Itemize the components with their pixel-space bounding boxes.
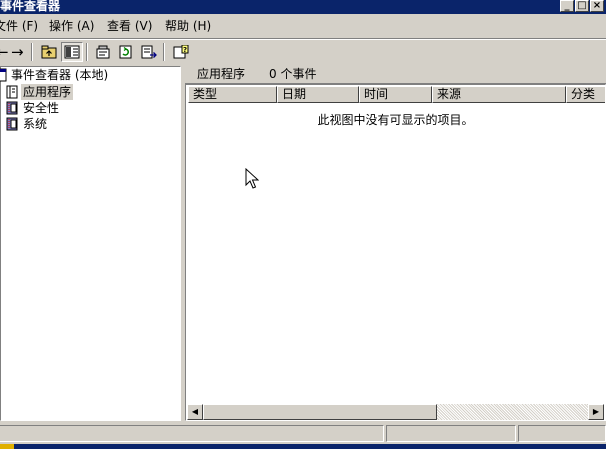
status-panel-main <box>0 425 384 442</box>
up-folder-icon[interactable] <box>38 42 60 62</box>
tree-item-security[interactable]: 安全性 <box>5 100 61 116</box>
toolbar-separator <box>31 43 33 61</box>
back-icon[interactable]: ← <box>0 43 9 61</box>
properties-icon[interactable] <box>92 42 114 62</box>
close-button[interactable]: × <box>590 0 604 12</box>
window-title: 事件查看器 <box>0 0 61 13</box>
tree-item-label: 安全性 <box>23 101 60 115</box>
scroll-thumb[interactable] <box>203 404 437 420</box>
log-book-icon <box>5 117 19 131</box>
details-pane-header: 应用程序 0 个事件 <box>185 66 606 84</box>
menu-help[interactable]: 帮助 (H) <box>165 19 211 33</box>
column-header-time[interactable]: 时间 <box>359 86 432 103</box>
horizontal-scrollbar[interactable]: ◀ ▶ <box>187 404 604 420</box>
export-list-icon[interactable] <box>138 42 160 62</box>
taskbar-edge <box>0 444 606 449</box>
tree-item-label: 系统 <box>23 117 48 131</box>
tree-root-label: 事件查看器 (本地) <box>11 68 109 82</box>
scroll-right-button[interactable]: ▶ <box>588 404 604 420</box>
column-header-type[interactable]: 类型 <box>188 86 277 103</box>
log-book-icon <box>5 101 19 115</box>
svg-text:?: ? <box>183 46 187 54</box>
title-bar: 事件查看器 _ □ × <box>0 0 606 14</box>
help-icon[interactable]: ? <box>170 42 192 62</box>
scroll-left-button[interactable]: ◀ <box>187 404 203 420</box>
column-header-source[interactable]: 来源 <box>432 86 566 103</box>
minimize-button[interactable]: _ <box>560 0 574 12</box>
tree-item-label: 应用程序 <box>21 84 74 100</box>
maximize-button[interactable]: □ <box>575 0 589 12</box>
menu-view[interactable]: 查看 (V) <box>107 19 152 33</box>
tree-root[interactable]: 事件查看器 (本地) <box>0 67 110 83</box>
toolbar-separator <box>163 43 165 61</box>
mouse-cursor-icon <box>245 167 260 193</box>
menu-action[interactable]: 操作 (A) <box>49 19 94 33</box>
status-bar <box>0 422 606 444</box>
status-panel-3 <box>518 425 606 442</box>
log-book-icon <box>5 85 19 99</box>
column-header-category[interactable]: 分类 <box>566 86 605 103</box>
menu-file[interactable]: 文件 (F) <box>0 19 38 33</box>
console-tree: 事件查看器 (本地) 应用程序 安全性 系统 <box>0 66 181 421</box>
toolbar: ← → ? <box>0 39 606 63</box>
tree-item-application[interactable]: 应用程序 <box>5 84 74 100</box>
refresh-icon[interactable] <box>115 42 137 62</box>
event-viewer-icon <box>0 68 7 82</box>
event-list[interactable]: 类型 日期 时间 来源 分类 此视图中没有可显示的项目。 <box>185 84 606 421</box>
event-count: 0 个事件 <box>269 67 317 81</box>
forward-icon[interactable]: → <box>11 43 24 61</box>
scroll-track[interactable] <box>437 404 588 420</box>
tree-item-system[interactable]: 系统 <box>5 116 49 132</box>
empty-list-message: 此视图中没有可显示的项目。 <box>317 113 474 127</box>
column-header-date[interactable]: 日期 <box>277 86 359 103</box>
show-hide-tree-icon[interactable] <box>61 42 83 62</box>
menu-bar: 文件 (F) 操作 (A) 查看 (V) 帮助 (H) <box>0 14 606 39</box>
status-panel-2 <box>386 425 516 442</box>
toolbar-separator <box>86 43 88 61</box>
pane-title: 应用程序 <box>197 67 246 81</box>
